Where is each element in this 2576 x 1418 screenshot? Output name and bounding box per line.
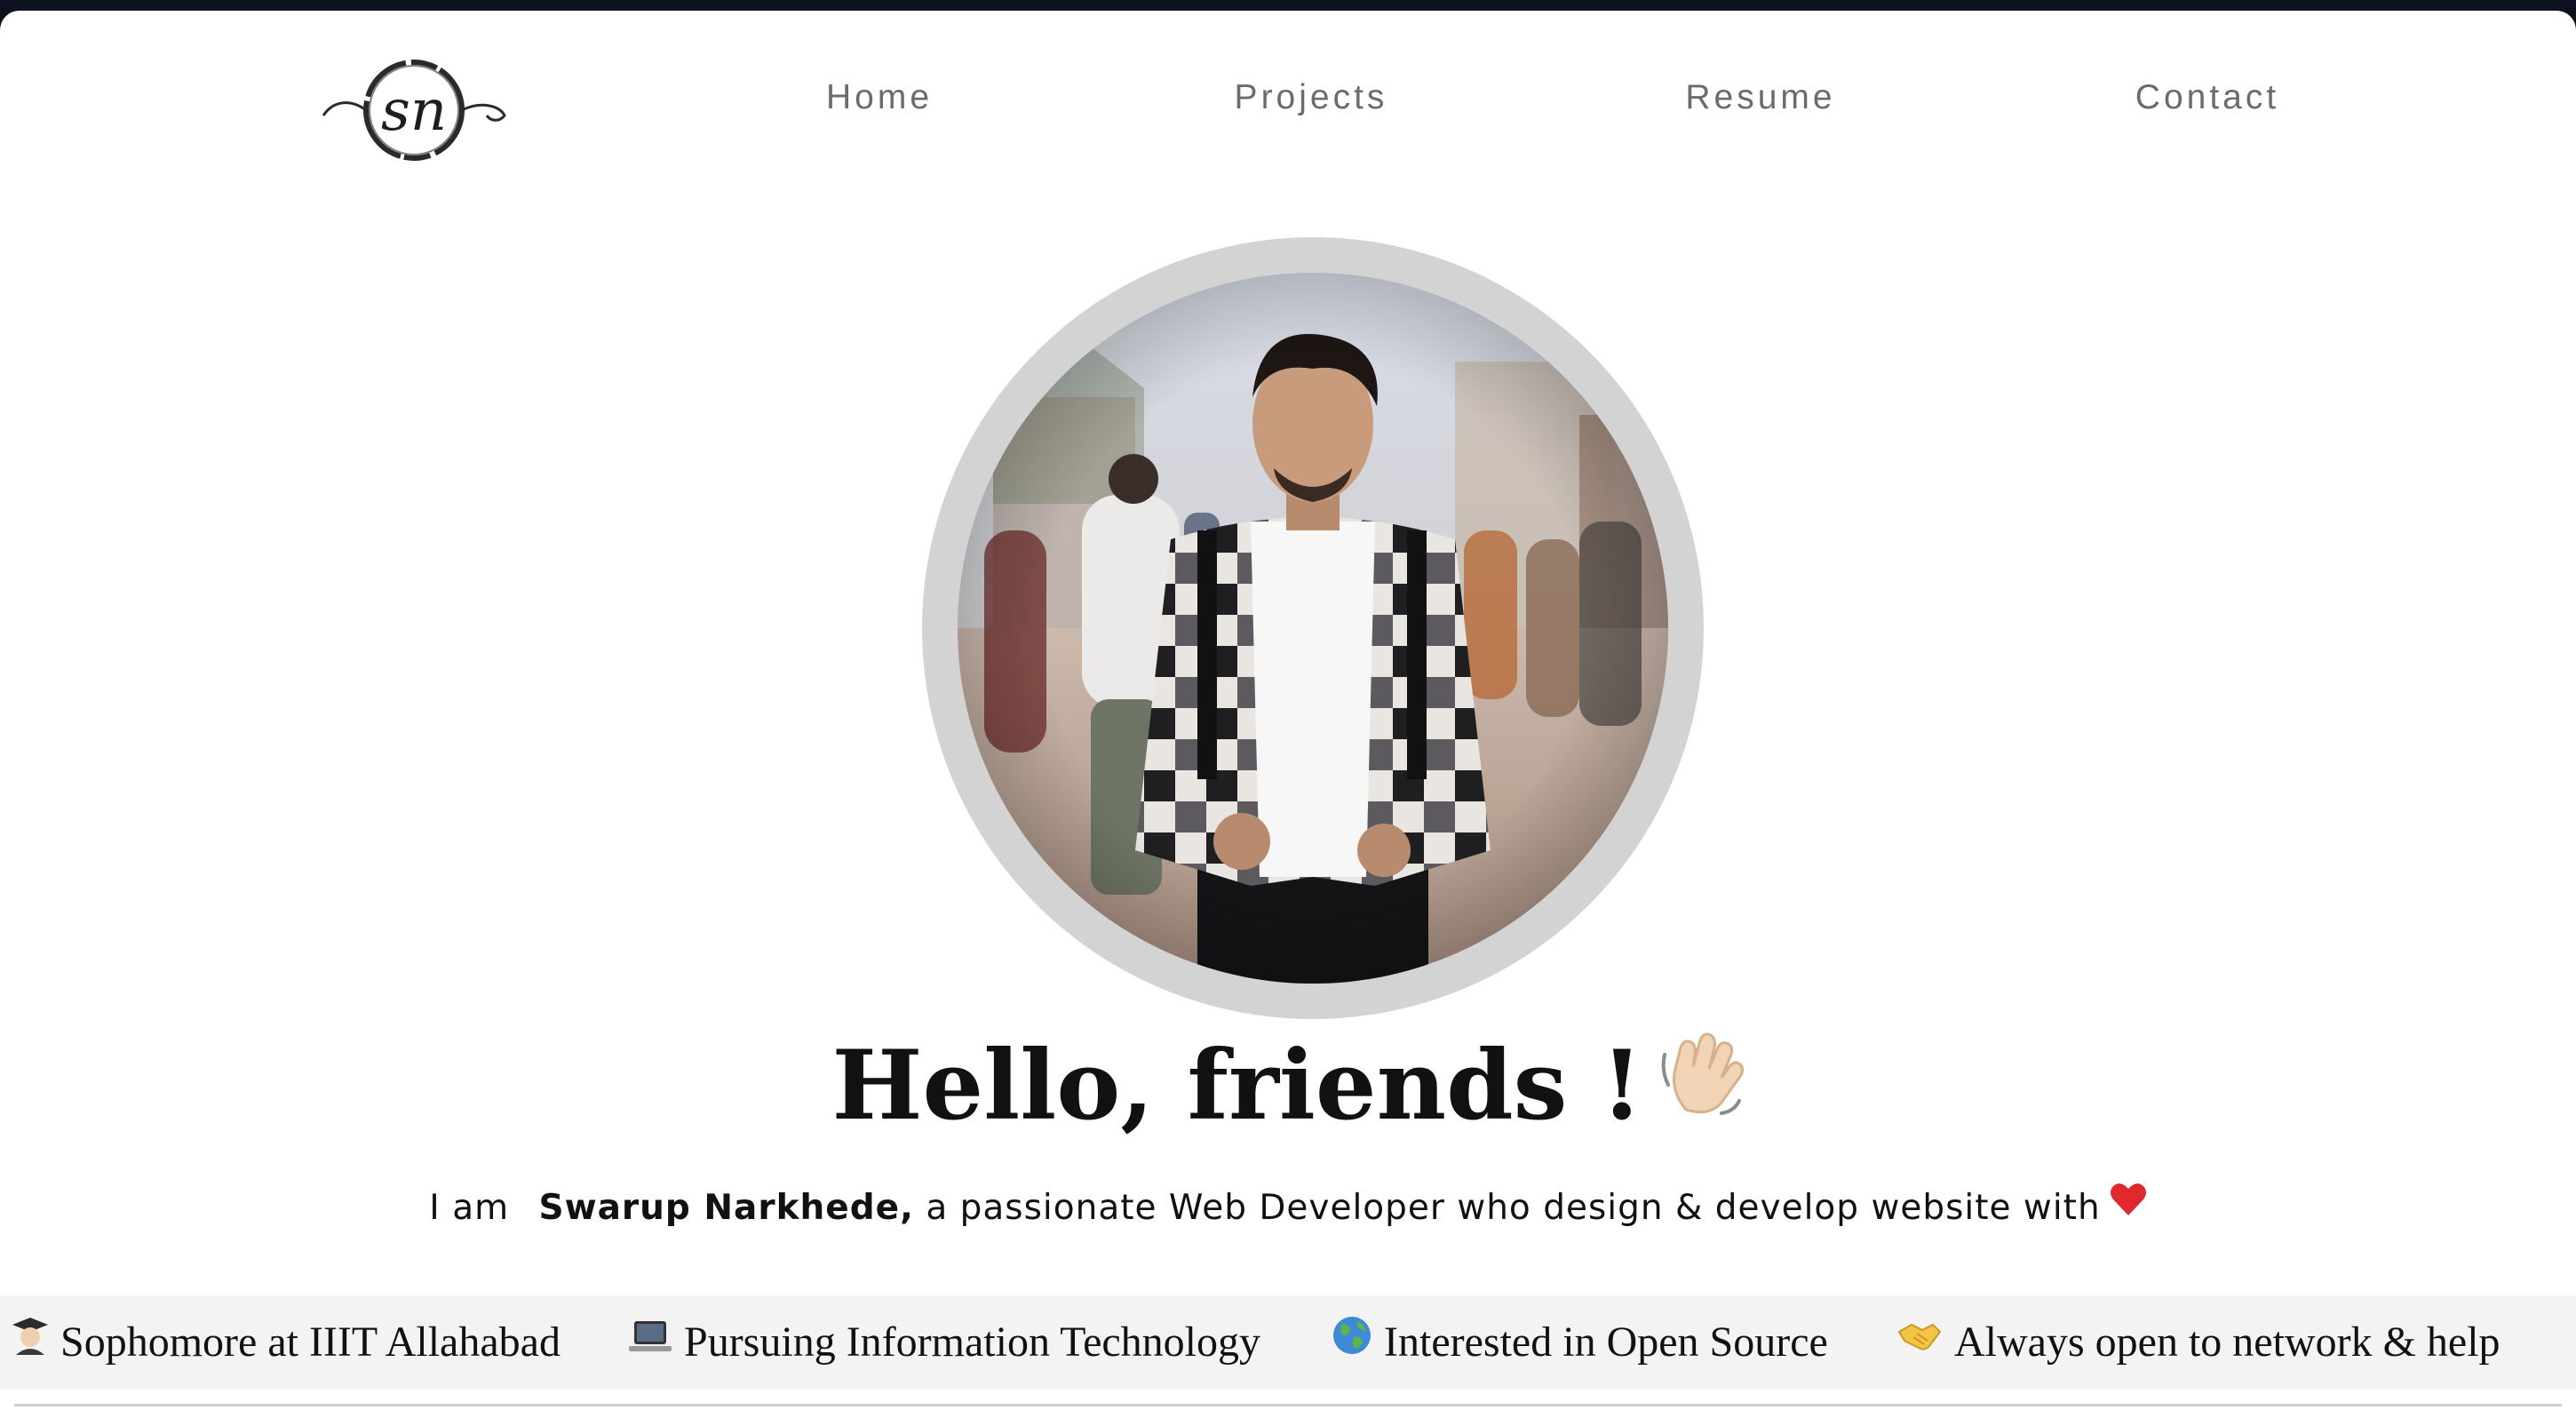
globe-icon <box>1332 1295 1371 1389</box>
nav-home[interactable]: Home <box>826 78 933 117</box>
profile-photo-frame <box>922 237 1704 1019</box>
svg-text:sn: sn <box>381 78 447 144</box>
browser-viewport: sn Home Projects Resume Contact Hello, f… <box>0 11 2576 1418</box>
nav-contact[interactable]: Contact <box>2135 78 2279 117</box>
highlight-text: Always open to network & help <box>1954 1318 2500 1366</box>
nav-resume[interactable]: Resume <box>1685 78 1835 117</box>
student-icon <box>12 1295 48 1389</box>
handshake-icon <box>1897 1295 1942 1389</box>
intro-prefix: I am <box>429 1188 521 1228</box>
highlight-text: Sophomore at IIIT Allahabad <box>60 1318 561 1366</box>
section-divider <box>14 1404 2562 1406</box>
highlight-item: Pursuing Information Technology <box>629 1295 1260 1390</box>
highlight-item: Sophomore at IIIT Allahabad <box>12 1295 561 1390</box>
hero-heading: Hello, friends ! <box>0 1024 2576 1150</box>
highlight-item: Always open to network & help <box>1897 1295 2500 1390</box>
waving-hand-icon <box>1659 1025 1745 1150</box>
hero-title-text: Hello, friends ! <box>831 1030 1643 1142</box>
intro-name: Swarup Narkhede, <box>538 1188 914 1228</box>
red-heart-icon <box>2110 1182 2147 1231</box>
highlight-item: Interested in Open Source <box>1332 1295 1828 1390</box>
hero-intro: I am Swarup Narkhede, a passionate Web D… <box>0 1183 2576 1233</box>
site-logo[interactable]: sn <box>316 48 512 172</box>
profile-photo <box>958 273 1668 984</box>
navbar: sn Home Projects Resume Contact <box>0 11 2576 197</box>
highlight-text: Interested in Open Source <box>1384 1318 1828 1366</box>
logo-mark: sn <box>322 60 506 161</box>
laptop-icon <box>629 1295 672 1389</box>
highlight-text: Pursuing Information Technology <box>684 1318 1261 1366</box>
intro-suffix: a passionate Web Developer who design & … <box>913 1188 2101 1228</box>
nav-projects[interactable]: Projects <box>1235 78 1388 117</box>
highlights-marquee: Sophomore at IIIT Allahabad Pursuing Inf… <box>0 1295 2576 1390</box>
